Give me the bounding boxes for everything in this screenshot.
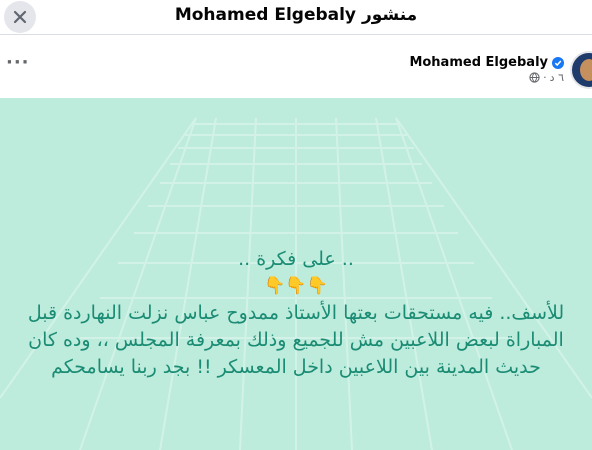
dialog-header: منشور Mohamed Elgebaly xyxy=(0,0,592,35)
post-header: ··· Mohamed Elgebaly ٦ د · xyxy=(0,35,592,97)
verified-badge-icon xyxy=(552,56,564,69)
globe-icon xyxy=(529,72,540,83)
post-background: .. على فكرة .. 👇👇👇 للأسف.. فيه مستحقات ب… xyxy=(0,98,592,450)
post-line: حديث المدينة بين اللاعبين داخل المعسكر !… xyxy=(51,356,541,378)
post-meta: ٦ د · xyxy=(529,71,564,84)
post-line: المباراة لبعض اللاعبين مش للجميع وذلك بم… xyxy=(28,329,564,351)
dialog-title: منشور Mohamed Elgebaly xyxy=(174,5,418,25)
more-options-icon[interactable]: ··· xyxy=(6,54,30,72)
author-line: Mohamed Elgebaly xyxy=(409,55,564,70)
post-body: .. على فكرة .. 👇👇👇 للأسف.. فيه مستحقات ب… xyxy=(0,246,592,381)
post-line: .. على فكرة .. xyxy=(238,248,354,270)
author-avatar[interactable] xyxy=(570,51,592,89)
pointing-down-emoji: 👇👇👇 xyxy=(264,276,328,296)
post-line: للأسف.. فيه مستحقات بعتها الأستاذ ممدوح … xyxy=(27,302,565,324)
author-name[interactable]: Mohamed Elgebaly xyxy=(409,55,548,70)
post-time[interactable]: ٦ د xyxy=(550,71,564,84)
